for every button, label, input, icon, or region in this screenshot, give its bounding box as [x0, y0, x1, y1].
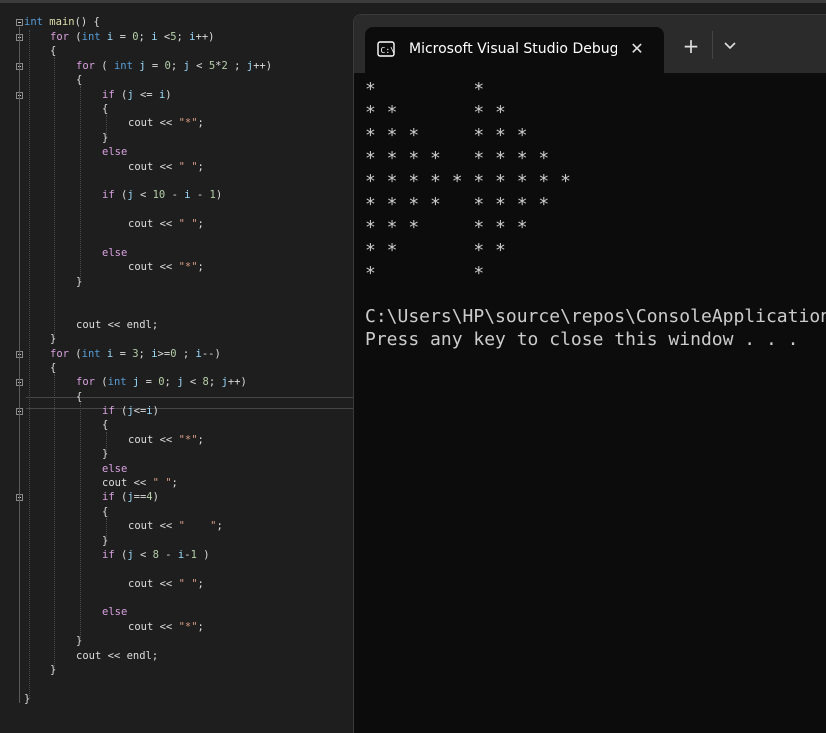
- editor-top-border: [0, 0, 826, 3]
- code-line[interactable]: else: [102, 246, 127, 260]
- svg-text:C:\: C:\: [381, 46, 396, 55]
- code-line[interactable]: }: [102, 447, 108, 461]
- code-line[interactable]: for (int i = 0; i <5; i++): [50, 30, 214, 44]
- chevron-down-icon[interactable]: [720, 35, 740, 57]
- code-line[interactable]: {: [102, 102, 108, 116]
- code-line[interactable]: cout << " ";: [128, 160, 204, 174]
- code-line[interactable]: int main() {: [24, 15, 100, 29]
- code-line[interactable]: {: [50, 361, 56, 375]
- code-line[interactable]: cout << " ";: [128, 577, 204, 591]
- terminal-tab-bar: C:\ Microsoft Visual Studio Debug Consol…: [354, 15, 826, 73]
- code-line[interactable]: {: [76, 73, 82, 87]
- code-line[interactable]: }: [50, 332, 56, 346]
- console-output-line: * * * * * * * *: [365, 148, 550, 169]
- code-line[interactable]: cout << "*";: [128, 116, 204, 130]
- code-line[interactable]: if (j==4): [102, 490, 159, 504]
- code-line[interactable]: }: [24, 692, 30, 706]
- code-line[interactable]: {: [50, 44, 56, 58]
- terminal-tab[interactable]: C:\ Microsoft Visual Studio Debug Consol…: [365, 27, 664, 73]
- indent-guide: [29, 30, 30, 698]
- fold-region-line: [19, 27, 20, 703]
- code-line[interactable]: cout << " ";: [128, 519, 223, 533]
- console-app-icon: C:\: [377, 40, 395, 58]
- code-line[interactable]: for (int j = 0; j < 8; j++): [76, 375, 247, 389]
- code-line[interactable]: }: [102, 131, 108, 145]
- console-output-line: * * * *: [365, 102, 506, 123]
- console-path-line: C:\Users\HP\source\repos\ConsoleApplicat…: [365, 306, 826, 327]
- code-line[interactable]: else: [102, 605, 127, 619]
- code-line[interactable]: if (j <= i): [102, 88, 172, 102]
- debug-console-window[interactable]: C:\ Microsoft Visual Studio Debug Consol…: [353, 14, 826, 733]
- code-line[interactable]: }: [102, 534, 108, 548]
- indent-guide: [80, 403, 81, 639]
- new-tab-button[interactable]: +: [680, 35, 702, 57]
- code-line[interactable]: cout << " ";: [102, 476, 178, 490]
- code-line[interactable]: if (j<=i): [102, 404, 159, 418]
- console-prompt-line: Press any key to close this window . . .: [365, 329, 799, 350]
- code-line[interactable]: }: [76, 634, 82, 648]
- code-line[interactable]: for (int i = 3; i>=0 ; i--): [50, 347, 221, 361]
- console-output-line: * * * * * *: [365, 125, 528, 146]
- indent-guide: [54, 57, 55, 339]
- code-line[interactable]: {: [102, 505, 108, 519]
- console-output-line: * * * * * * * *: [365, 194, 550, 215]
- fold-collapse-icon[interactable]: [16, 19, 23, 26]
- code-line[interactable]: }: [76, 275, 82, 289]
- code-line[interactable]: cout << "*";: [128, 260, 204, 274]
- indent-guide: [80, 86, 81, 282]
- code-line[interactable]: {: [76, 390, 82, 404]
- code-line[interactable]: cout << "*";: [128, 620, 204, 634]
- code-line[interactable]: for ( int j = 0; j < 5*2 ; j++): [76, 59, 272, 73]
- code-line[interactable]: cout << " ";: [128, 217, 204, 231]
- code-line[interactable]: }: [50, 663, 56, 677]
- code-line[interactable]: if (j < 10 - i - 1): [102, 188, 222, 202]
- indent-guide: [54, 374, 55, 670]
- tab-title: Microsoft Visual Studio Debug Console: [409, 41, 617, 57]
- code-line[interactable]: cout << endl;: [76, 649, 158, 663]
- close-icon[interactable]: ✕: [627, 39, 647, 59]
- code-line[interactable]: {: [102, 418, 108, 432]
- console-output-line: * * * * * * * * * *: [365, 171, 571, 192]
- code-line[interactable]: else: [102, 145, 127, 159]
- console-output-line: * *: [365, 79, 485, 100]
- tab-separator: [712, 31, 713, 59]
- console-output-line: * *: [365, 263, 485, 284]
- code-line[interactable]: cout << endl;: [76, 318, 158, 332]
- code-line[interactable]: else: [102, 462, 127, 476]
- code-line[interactable]: if (j < 8 - i-1 ): [102, 548, 210, 562]
- code-line[interactable]: cout << "*";: [128, 433, 204, 447]
- console-output-line: * * * *: [365, 240, 506, 261]
- console-output-line: * * * * * *: [365, 217, 528, 238]
